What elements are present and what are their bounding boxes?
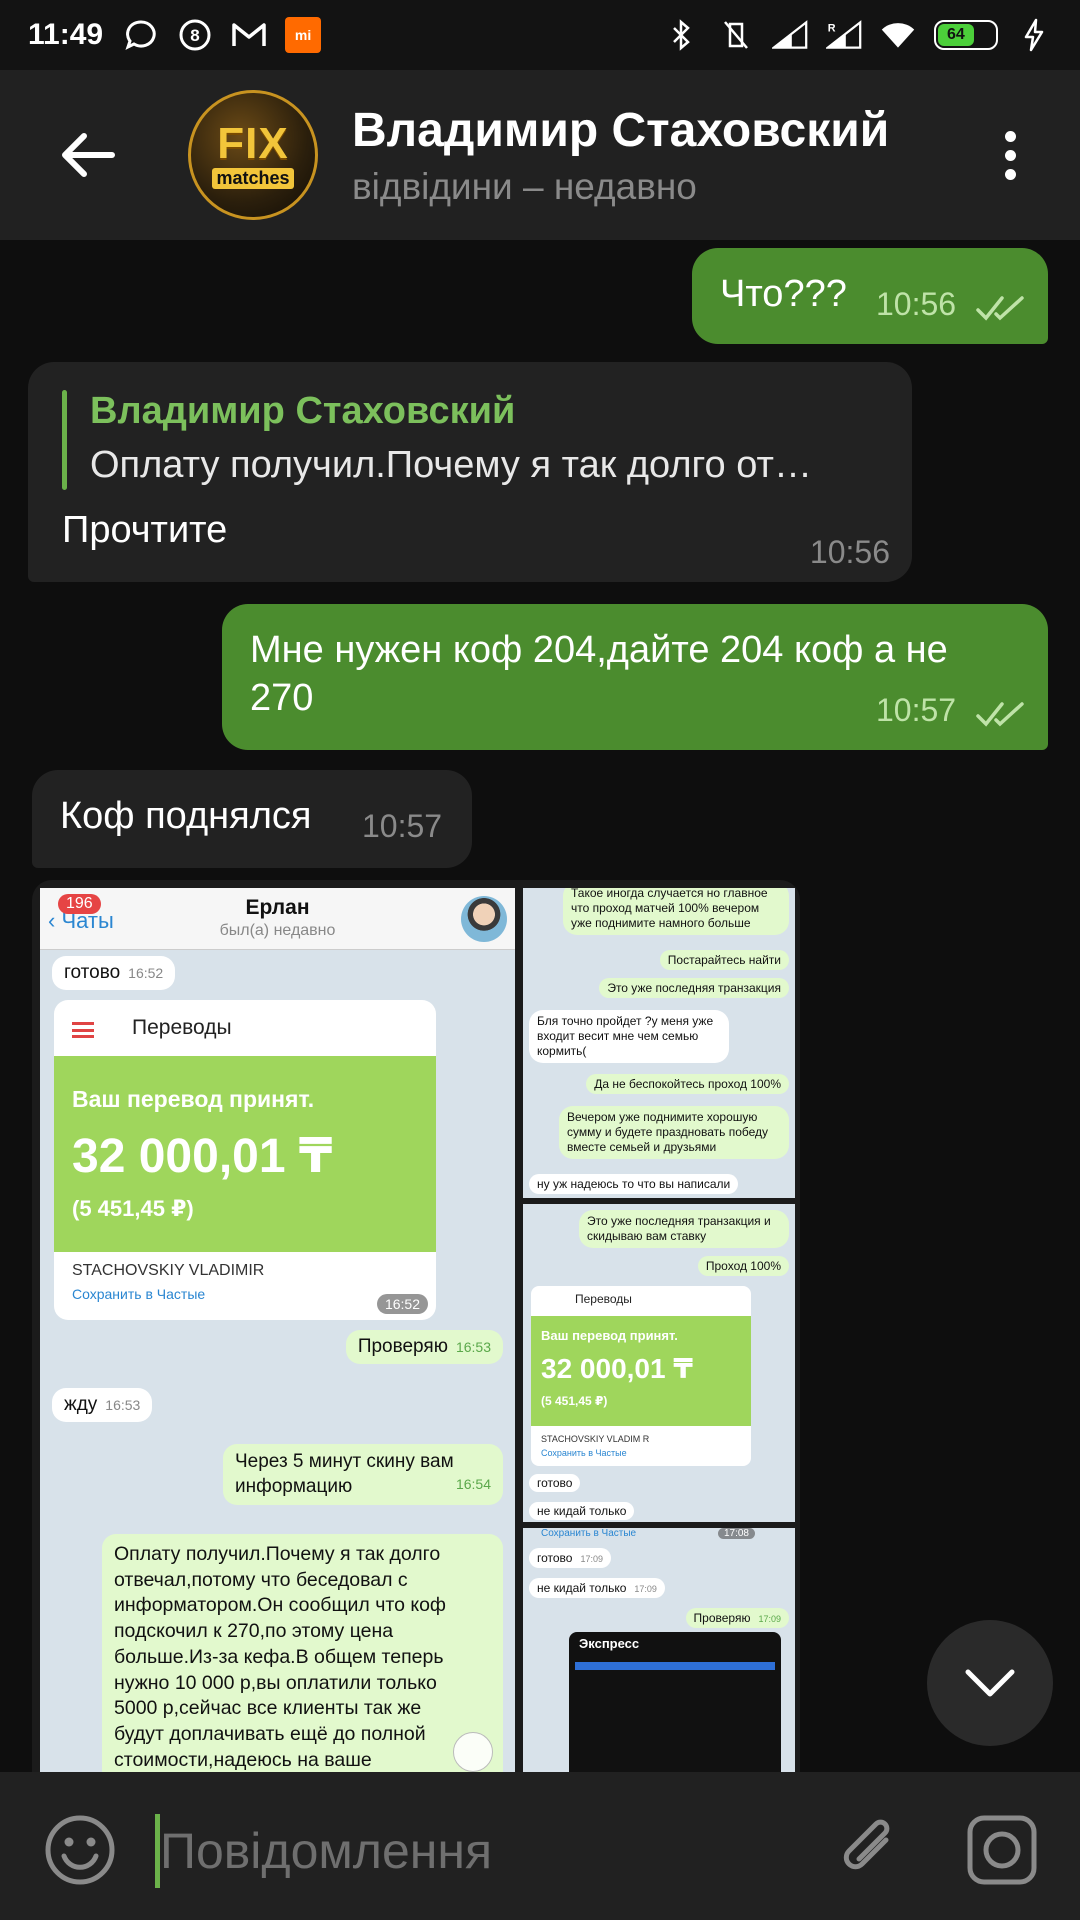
card-line: Ваш перевод принят. <box>72 1086 315 1112</box>
gmail-icon <box>231 17 267 53</box>
message-text: Прочтите <box>62 509 228 551</box>
screenshot-header: ‹ Чаты 196 Ерлан был(а) недавно <box>40 888 515 950</box>
more-options-button[interactable] <box>970 110 1050 200</box>
message-time: 10:57 <box>362 808 443 844</box>
outgoing-message[interactable]: Мне нужен коф 204,дайте 204 коф а не 270… <box>222 604 1048 750</box>
transfer-card: Переводы Ваш перевод принят. 32 000,01 ₸… <box>531 1286 751 1466</box>
charging-icon <box>1016 17 1052 53</box>
screenshot-msg: Это уже последняя транзакция <box>599 978 789 998</box>
screenshot-title: Ерлан <box>245 896 310 919</box>
card-banner: Ваш перевод принят. 32 000,01 ₸ (5 451,4… <box>54 1056 436 1252</box>
bluetooth-icon <box>664 17 700 53</box>
svg-text:8: 8 <box>190 26 199 45</box>
reply-indicator <box>62 390 67 490</box>
screenshot-msg: Проверяю 17:09 <box>685 1608 789 1628</box>
screenshot-msg: Бля точно пройдет ?у меня уже входит вес… <box>529 1010 729 1063</box>
status-time: 11:49 <box>28 18 104 51</box>
card-title: Переводы <box>132 1016 232 1039</box>
contact-info[interactable]: Владимир Стаховский відвідини – недавно <box>352 103 889 208</box>
mi-icon: mi <box>285 17 322 53</box>
vibrate-off-icon <box>718 17 754 53</box>
emoji-icon <box>45 1815 115 1885</box>
screenshot-subtitle: был(а) недавно <box>219 922 336 939</box>
screenshot-msg: Да не беспокойтесь проход 100% <box>586 1074 789 1094</box>
attach-button[interactable] <box>828 1810 908 1890</box>
message-input-bar <box>0 1772 1080 1920</box>
screenshot-msg: Через 5 минут скину вам информацию 16:54 <box>223 1444 503 1506</box>
message-text-line2: 270 <box>250 677 314 719</box>
status-bar: 11:49 8 mi R 64 <box>0 0 1080 70</box>
screenshot-time: 17:08 <box>717 1528 755 1539</box>
double-check-icon <box>976 296 1024 321</box>
message-text: Коф поднялся <box>60 795 312 837</box>
chat-bubble-icon <box>123 17 159 53</box>
card-time: 16:52 <box>376 1294 428 1314</box>
screenshot-msg: Такое иногда случается но главное что пр… <box>563 888 789 935</box>
outgoing-message[interactable]: Что??? 10:56 <box>692 248 1048 344</box>
circle-eight-icon: 8 <box>177 17 213 53</box>
back-arrow-icon <box>62 133 115 177</box>
battery-indicator: 64 <box>934 20 998 50</box>
scroll-down-button[interactable] <box>927 1620 1053 1746</box>
photo-album[interactable]: ‹ Чаты 196 Ерлан был(а) недавно готово 16… <box>32 880 800 1772</box>
message-text-line1: Мне нужен коф 204,дайте 204 коф а не <box>250 629 948 671</box>
battery-level: 64 <box>938 24 974 46</box>
screenshot-msg: ну уж надеюсь то что вы написали <box>529 1174 739 1194</box>
wifi-icon <box>880 17 916 53</box>
message-time: 10:56 <box>876 286 957 322</box>
chevron-down-icon <box>965 1669 1015 1697</box>
screenshot-msg: Проход 100% <box>697 1256 789 1276</box>
camera-icon <box>967 1815 1037 1885</box>
more-vert-icon <box>1004 130 1016 142</box>
reply-preview: Оплату получил.Почему я так долго от… <box>90 444 812 486</box>
signal-icon <box>772 17 808 53</box>
screenshot-msg: готово 17:09 <box>529 1548 612 1568</box>
card-amount: 32 000,01 ₸ <box>72 1130 333 1183</box>
album-photo-3[interactable]: Это уже последняя транзакция и скидываю … <box>523 1204 795 1522</box>
card-name: STACHOVSKIY VLADIMIR <box>72 1262 265 1279</box>
card-save: Сохранить в Частые <box>72 1286 206 1302</box>
svg-text:R: R <box>828 22 836 34</box>
screenshot-msg: не кидай только 17:09 <box>529 1578 665 1598</box>
screenshot-msg: не кидай только <box>529 1502 635 1520</box>
screenshot-msg: готово 16:52 <box>52 956 176 990</box>
message-text: Что??? <box>720 273 847 315</box>
message-input[interactable] <box>160 1812 800 1890</box>
signal-roaming-icon: R <box>826 17 862 53</box>
screenshot-dark: Экспресс <box>569 1632 781 1772</box>
contact-name: Владимир Стаховский <box>352 103 890 157</box>
avatar-text: FIX <box>217 118 289 168</box>
avatar-subtext: matches <box>212 167 294 189</box>
back-button[interactable] <box>28 95 148 215</box>
message-time: 10:56 <box>809 534 890 570</box>
screenshot-avatar <box>461 896 507 942</box>
incoming-message[interactable]: Коф поднялся 10:57 <box>32 770 472 868</box>
emoji-button[interactable] <box>40 1810 120 1890</box>
screenshot-msg: Постарайтесь найти <box>659 950 789 970</box>
screenshot-msg-long: Оплату получил.Почему я так долго отвеча… <box>102 1534 503 1772</box>
transfer-card: Переводы Ваш перевод принят. 32 000,01 ₸… <box>54 1000 436 1320</box>
message-time: 10:57 <box>876 692 957 728</box>
double-check-icon <box>976 702 1024 727</box>
menu-icon <box>72 1022 94 1038</box>
screenshot-msg: готово <box>529 1474 581 1492</box>
card-rub: (5 451,45 ₽) <box>72 1196 194 1221</box>
screenshot-msg: Вечером уже поднимите хорошую сумму и бу… <box>559 1106 789 1159</box>
chat-header: FIX matches Владимир Стаховский відвідин… <box>0 70 1080 240</box>
camera-button[interactable] <box>962 1810 1042 1890</box>
chevron-down-icon <box>453 1732 493 1772</box>
attach-icon <box>843 1819 890 1870</box>
album-photo-2[interactable]: Такое иногда случается но главное что пр… <box>523 888 795 1198</box>
contact-avatar[interactable]: FIX matches <box>188 90 318 220</box>
screenshot-msg: Это уже последняя транзакция и скидываю … <box>579 1210 789 1248</box>
reply-author: Владимир Стаховский <box>90 390 516 432</box>
last-seen: відвідини – недавно <box>352 165 697 207</box>
album-photo-1[interactable]: ‹ Чаты 196 Ерлан был(а) недавно готово 16… <box>40 888 515 1772</box>
incoming-message[interactable]: Владимир Стаховский Оплату получил.Почем… <box>28 362 912 582</box>
album-photo-4[interactable]: Сохранить в Частые 17:08 готово 17:09 не … <box>523 1528 795 1772</box>
message-list[interactable]: Что??? 10:56 Владимир Стаховский Оплату … <box>0 240 1080 1772</box>
screenshot-text: Сохранить в Частые <box>541 1528 637 1539</box>
screenshot-msg: Проверяю 16:53 <box>345 1330 503 1364</box>
screenshot-msg: жду 16:53 <box>52 1388 153 1422</box>
